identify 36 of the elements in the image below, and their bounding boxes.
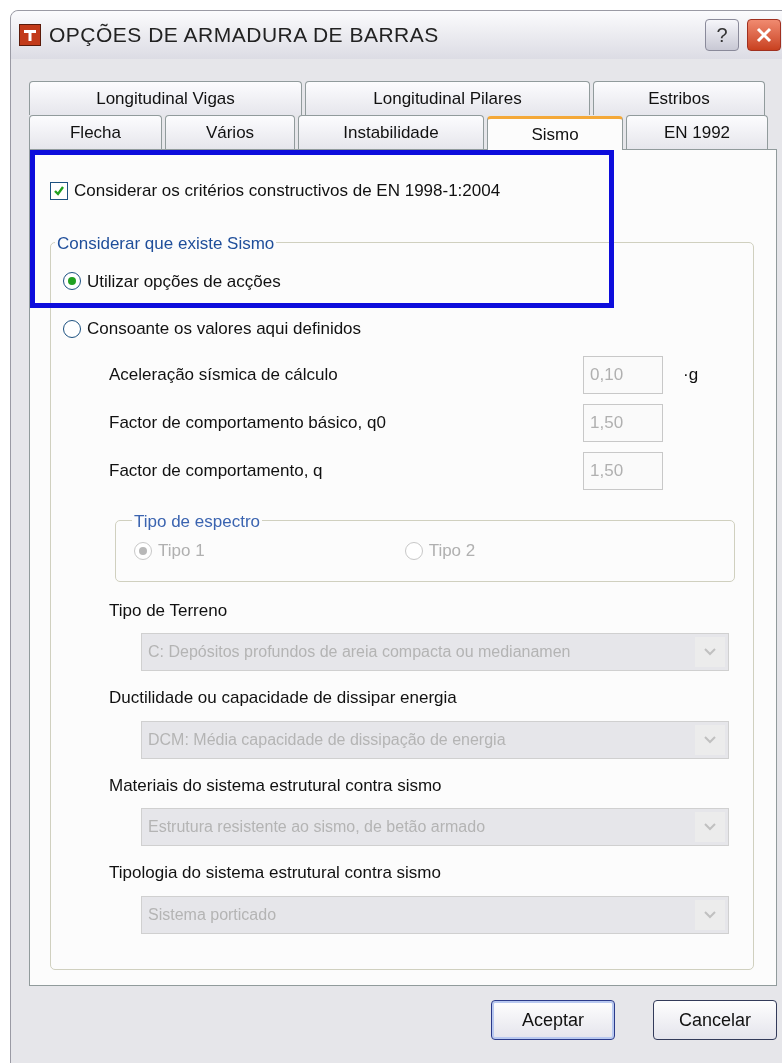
- chevron-down-icon: [695, 637, 725, 667]
- checkbox-label: Considerar os critérios constructivos de EN 1998-1:2004: [74, 180, 501, 202]
- radio-button[interactable]: [63, 272, 81, 291]
- field-label: Aceleração sísmica de cálculo: [109, 363, 339, 386]
- tab[interactable]: Longitudinal Pilares: [305, 81, 590, 115]
- dialog-button[interactable]: Cancelar: [653, 1000, 777, 1040]
- unit-label: ·g: [683, 363, 699, 386]
- radio-label: Utilizar opções de acções: [87, 270, 281, 293]
- field-label: Factor de comportamento básico, q0: [109, 411, 387, 434]
- tab[interactable]: EN 1992: [626, 115, 768, 149]
- app-logo-icon: [19, 24, 41, 46]
- field-label: Factor de comportamento, q: [109, 459, 324, 482]
- tab[interactable]: Flecha: [29, 115, 162, 149]
- radio-label: Consoante os valores aqui definidos: [87, 318, 362, 340]
- radio-label: Tipo 2: [428, 539, 476, 562]
- tab[interactable]: Sismo: [487, 116, 623, 150]
- tab[interactable]: Instabilidade: [298, 115, 484, 149]
- checkbox[interactable]: [50, 181, 68, 200]
- radio-button[interactable]: [63, 319, 81, 338]
- dropdown-label: Tipo de Terreno: [109, 599, 229, 622]
- dropdown-label: Ductilidade ou capacidade de dissipar energia: [109, 687, 458, 709]
- close-button[interactable]: [747, 19, 781, 51]
- tab[interactable]: Longitudinal Vigas: [29, 81, 302, 115]
- window-title: OPÇÕES DE ARMADURA DE BARRAS: [49, 22, 440, 49]
- radio-label: Tipo 1: [158, 539, 205, 562]
- close-icon: [755, 26, 773, 44]
- dropdown-label: Materiais do sistema estrutural contra sismo: [109, 774, 443, 797]
- tab[interactable]: Vários: [165, 115, 295, 149]
- dialog-button[interactable]: Aceptar: [491, 1000, 615, 1040]
- check-icon: [53, 184, 65, 197]
- tab[interactable]: Estribos: [593, 81, 765, 115]
- chevron-down-icon: [695, 724, 725, 755]
- chevron-down-icon: [695, 899, 725, 930]
- help-button[interactable]: ?: [705, 19, 739, 51]
- chevron-down-icon: [695, 812, 725, 842]
- dropdown-label: Tipologia do sistema estrutural contra sismo: [109, 862, 442, 884]
